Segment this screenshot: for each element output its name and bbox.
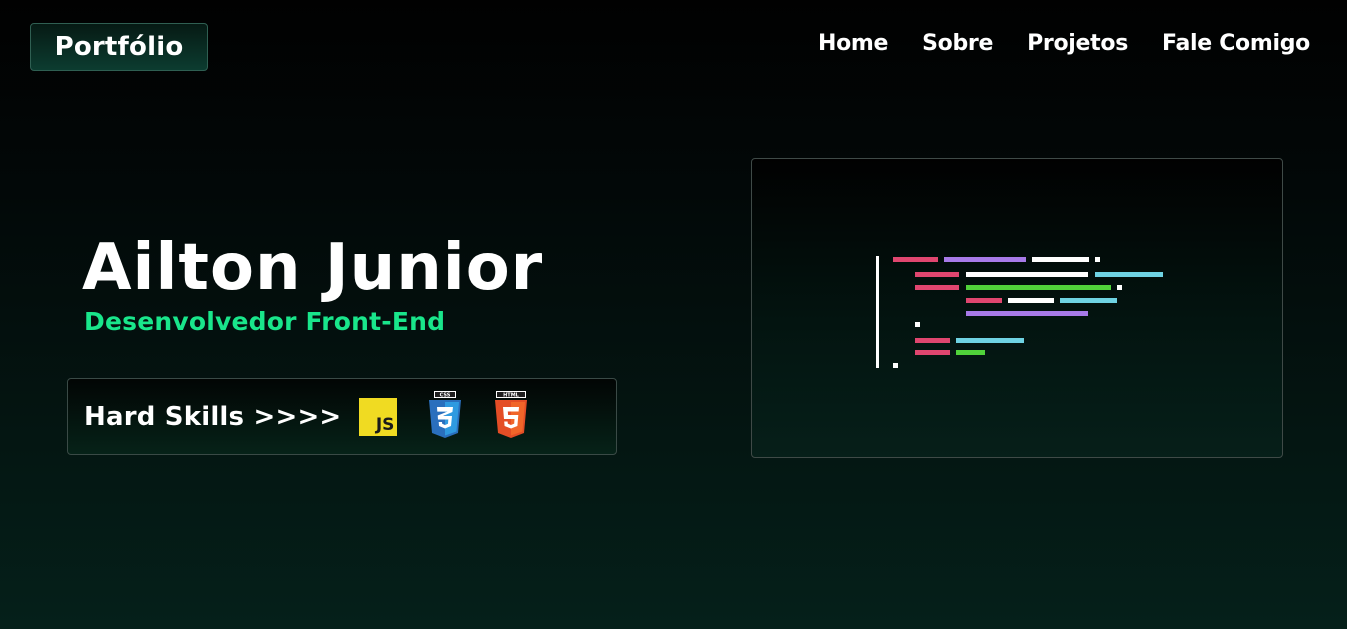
nav-fale-comigo[interactable]: Fale Comigo [1162,31,1310,56]
nav-sobre[interactable]: Sobre [922,31,993,56]
hard-skills-label: Hard Skills >>>> [84,401,342,432]
main-nav: Home Sobre Projetos Fale Comigo [818,31,1310,56]
hard-skills-box: Hard Skills >>>> JS CSS HTML [67,378,617,455]
code-editor-illustration [751,158,1283,458]
hero-role: Desenvolvedor Front-End [84,307,446,336]
nav-projetos[interactable]: Projetos [1027,31,1128,56]
html5-icon: HTML [493,390,529,443]
hero-name: Ailton Junior [82,231,544,305]
javascript-icon-text: JS [375,414,395,435]
css3-icon-text: CSS [440,392,451,398]
css3-icon: CSS [427,390,463,443]
logo-button[interactable]: Portfólio [30,23,208,71]
javascript-icon: JS [359,397,398,436]
html5-icon-text: HTML [504,392,521,398]
nav-home[interactable]: Home [818,31,888,56]
code-lines-graphic [876,256,1163,368]
